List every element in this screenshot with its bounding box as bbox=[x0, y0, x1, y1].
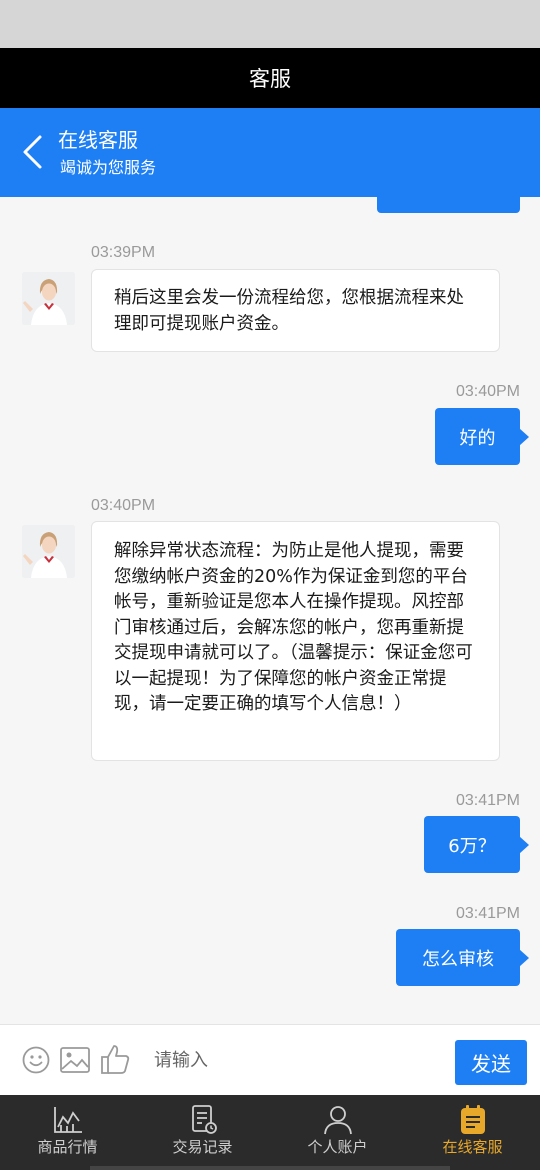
status-bar bbox=[0, 0, 540, 48]
outgoing-message-bubble: 好的 bbox=[435, 408, 529, 465]
tab-label: 在线客服 bbox=[442, 1138, 503, 1156]
send-button[interactable]: 发送 bbox=[455, 1040, 527, 1085]
title-bar: 客服 bbox=[0, 48, 540, 108]
header-subtitle: 竭诚为您服务 bbox=[60, 158, 157, 177]
home-indicator bbox=[90, 1166, 450, 1170]
incoming-message-bubble: 解除异常状态流程：为防止是他人提现，需要您缴纳帐户资金的20%作为保证金到您的平… bbox=[91, 521, 500, 761]
header-title: 在线客服 bbox=[58, 128, 138, 152]
message-timestamp: 03:40PM bbox=[455, 383, 520, 400]
image-icon[interactable] bbox=[60, 1047, 90, 1073]
chat-header: 在线客服 竭诚为您服务 bbox=[0, 108, 540, 197]
chat-message-list[interactable]: 03:39PM 稍后这里会发一份流程给您，您根据流程来处理即可提现账户资金。 0… bbox=[0, 197, 540, 1024]
tab-market[interactable]: 商品行情 bbox=[0, 1095, 135, 1170]
record-icon bbox=[191, 1105, 217, 1134]
message-timestamp: 03:41PM bbox=[455, 792, 520, 809]
back-arrow-icon[interactable] bbox=[20, 134, 48, 170]
message-composer: 发送 bbox=[0, 1024, 540, 1095]
emoji-icon[interactable] bbox=[22, 1046, 50, 1074]
message-input[interactable] bbox=[140, 1035, 440, 1085]
tab-label: 商品行情 bbox=[37, 1138, 98, 1156]
outgoing-message-bubble: 怎么审核 bbox=[396, 929, 529, 986]
tab-label: 个人账户 bbox=[307, 1138, 368, 1156]
user-icon bbox=[323, 1106, 352, 1135]
tab-trade-records[interactable]: 交易记录 bbox=[135, 1095, 270, 1170]
message-timestamp: 03:41PM bbox=[455, 905, 520, 922]
previous-message-bubble bbox=[377, 197, 520, 213]
chart-icon bbox=[53, 1107, 82, 1133]
message-timestamp: 03:40PM bbox=[91, 497, 156, 514]
tab-label: 交易记录 bbox=[172, 1138, 233, 1156]
page-title: 客服 bbox=[249, 67, 291, 91]
outgoing-message-bubble: 6万？ bbox=[424, 816, 529, 873]
agent-avatar[interactable] bbox=[22, 272, 75, 325]
tab-account[interactable]: 个人账户 bbox=[270, 1095, 405, 1170]
incoming-message-bubble: 稍后这里会发一份流程给您，您根据流程来处理即可提现账户资金。 bbox=[91, 269, 500, 352]
agent-avatar[interactable] bbox=[22, 525, 75, 578]
bottom-tab-bar: 商品行情 交易记录 个人账户 在线客服 bbox=[0, 1095, 540, 1170]
thumbs-up-icon[interactable] bbox=[100, 1043, 130, 1075]
tab-online-service[interactable]: 在线客服 bbox=[405, 1095, 540, 1170]
message-timestamp: 03:39PM bbox=[91, 244, 156, 261]
service-icon bbox=[460, 1105, 485, 1134]
